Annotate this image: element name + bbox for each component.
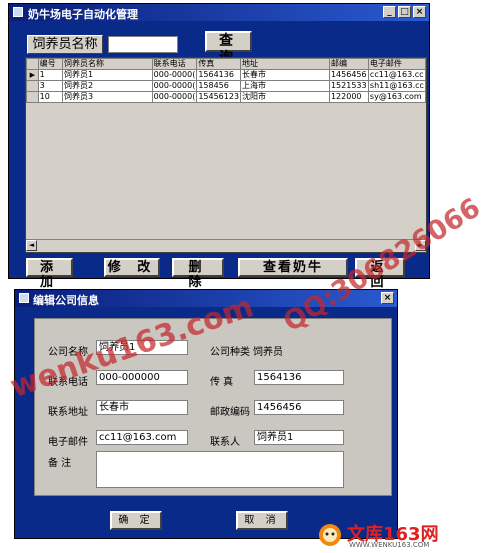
column-header[interactable]: 饲养员名称: [62, 58, 153, 70]
table-row[interactable]: ▶ 1 饲养员1 000-0000( 1564136 长春市 1456456 c…: [26, 69, 426, 81]
postcode-label: 邮政编码: [210, 407, 250, 418]
selected-row-marker-icon: ▶: [26, 69, 39, 81]
breeder-data-grid[interactable]: 编号 饲养员名称 联系电话 传真 地址 邮编 电子邮件 ▶ 1 饲养员1 000…: [25, 57, 427, 253]
main-window-titlebar[interactable]: 奶牛场电子自动化管理 _ □ ×: [9, 4, 429, 21]
column-header[interactable]: 联系电话: [151, 58, 198, 70]
remark-field[interactable]: [96, 451, 344, 488]
minimize-button[interactable]: _: [383, 6, 396, 18]
scroll-left-icon[interactable]: ◄: [26, 240, 37, 251]
table-header-row: 编号 饲养员名称 联系电话 传真 地址 邮编 电子邮件: [26, 58, 426, 70]
row-selector-header: [26, 58, 39, 70]
contact-field[interactable]: 饲养员1: [254, 430, 344, 445]
row-selector[interactable]: [26, 91, 39, 103]
cancel-button[interactable]: 取 消: [236, 511, 288, 530]
dialog-icon: [19, 293, 29, 303]
table-row[interactable]: 3 饲养员2 000-0000( 158456 上海市 1521533 sh11…: [26, 80, 426, 92]
close-button[interactable]: ×: [413, 6, 426, 18]
address-label: 联系地址: [48, 407, 88, 418]
table-cell[interactable]: 10: [37, 91, 64, 103]
mascot-icon: [319, 524, 341, 546]
table-cell[interactable]: 上海市: [240, 80, 330, 92]
column-header[interactable]: 邮编: [328, 58, 369, 70]
table-cell[interactable]: 饲养员2: [62, 80, 153, 92]
company-type-label: 公司种类: [210, 347, 250, 358]
dialog-close-button[interactable]: ×: [381, 292, 394, 304]
logo-url-text: WWW.WENKU163.COM: [349, 541, 430, 549]
table-cell[interactable]: 000-0000(: [151, 91, 198, 103]
row-selector[interactable]: [26, 80, 39, 92]
fax-field[interactable]: 1564136: [254, 370, 344, 385]
view-cows-button[interactable]: 查看奶牛: [238, 258, 348, 277]
add-button[interactable]: 添 加: [26, 258, 73, 290]
table-cell[interactable]: 1521533: [328, 80, 369, 92]
remark-label: 备 注: [48, 458, 72, 469]
table-cell[interactable]: 15456123: [196, 91, 242, 103]
query-button[interactable]: 查 询: [205, 31, 252, 66]
table-cell[interactable]: cc11@163.cc: [367, 69, 426, 81]
breeder-name-label: 饲养员名称: [27, 35, 103, 54]
column-header[interactable]: 编号: [37, 58, 64, 70]
table-cell[interactable]: 1564136: [196, 69, 242, 81]
column-header[interactable]: 传真: [196, 58, 242, 70]
breeder-name-input[interactable]: [108, 36, 178, 53]
email-field[interactable]: cc11@163.com: [96, 430, 188, 445]
column-header[interactable]: 电子邮件: [367, 58, 426, 70]
horizontal-scrollbar[interactable]: ◄ ►: [26, 239, 426, 252]
table-cell[interactable]: sy@163.com: [367, 91, 426, 103]
fax-label: 传 真: [210, 377, 234, 388]
main-window-title: 奶牛场电子自动化管理: [28, 8, 138, 21]
table-cell[interactable]: 1456456: [328, 69, 369, 81]
postcode-field[interactable]: 1456456: [254, 400, 344, 415]
edit-button[interactable]: 修 改: [104, 258, 160, 277]
wenku163-logo: 文库163网 WWW.WENKU163.COM: [315, 520, 475, 550]
delete-button[interactable]: 删 除: [172, 258, 224, 290]
app-icon: [13, 7, 23, 17]
table-cell[interactable]: 158456: [196, 80, 242, 92]
main-window: 奶牛场电子自动化管理 _ □ × 饲养员名称 查 询 编号 饲养员名称 联系电话…: [8, 3, 430, 290]
dialog-title: 编辑公司信息: [33, 294, 99, 307]
table-cell[interactable]: 饲养员1: [62, 69, 153, 81]
table-cell[interactable]: 沈阳市: [240, 91, 330, 103]
table-cell[interactable]: sh11@163.cc: [367, 80, 426, 92]
contact-label: 联系人: [210, 437, 240, 448]
table-cell[interactable]: 000-0000(: [151, 69, 198, 81]
company-type-value: 饲养员: [253, 347, 283, 358]
table-cell[interactable]: 饲养员3: [62, 91, 153, 103]
table-cell[interactable]: 长春市: [240, 69, 330, 81]
table-cell[interactable]: 122000: [328, 91, 369, 103]
table-cell[interactable]: 1: [37, 69, 64, 81]
table-cell[interactable]: 000-0000(: [151, 80, 198, 92]
breeder-table: 编号 饲养员名称 联系电话 传真 地址 邮编 电子邮件 ▶ 1 饲养员1 000…: [26, 58, 426, 103]
maximize-button[interactable]: □: [398, 6, 411, 18]
ok-button[interactable]: 确 定: [110, 511, 162, 530]
email-label: 电子邮件: [48, 437, 88, 448]
address-field[interactable]: 长春市: [96, 400, 188, 415]
table-cell[interactable]: 3: [37, 80, 64, 92]
column-header[interactable]: 地址: [240, 58, 330, 70]
table-row[interactable]: 10 饲养员3 000-0000( 15456123 沈阳市 122000 sy…: [26, 91, 426, 103]
